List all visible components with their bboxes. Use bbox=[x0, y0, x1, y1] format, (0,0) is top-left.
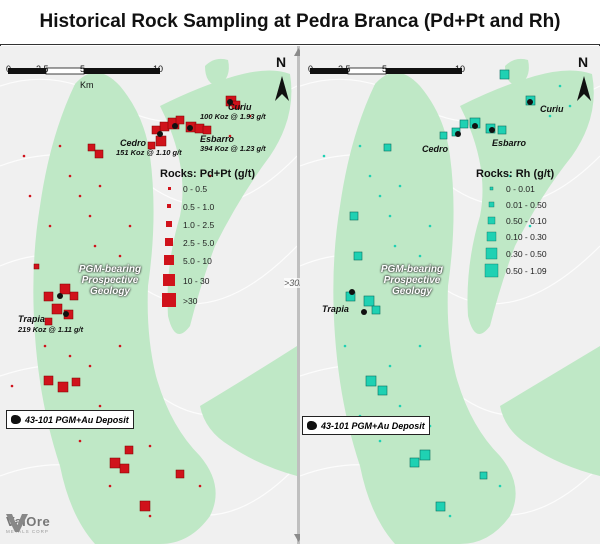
legend-item: 0.50 - 1.09 bbox=[506, 266, 547, 276]
scale-tick-0: 0 bbox=[6, 64, 12, 74]
scale-tick-10: 10 bbox=[153, 64, 164, 74]
left-map-panel: 0 2.5 5 10 Km N Curiu 100 Koz @ 1.93 g/t… bbox=[0, 46, 297, 544]
deposit-label-trapia: Trapia bbox=[18, 314, 45, 324]
scale-tick-10: 10 bbox=[455, 64, 466, 74]
deposit-detail-cedro: 151 Koz @ 1.10 g/t bbox=[116, 148, 182, 157]
legend-item: 0.50 - 0.10 bbox=[506, 216, 547, 226]
logo-icon bbox=[6, 514, 28, 532]
legend-title-right: Rocks: Rh (g/t) bbox=[476, 168, 555, 180]
page-title: Historical Rock Sampling at Pedra Branca… bbox=[0, 0, 600, 45]
scale-unit: Km bbox=[80, 80, 94, 90]
north-label: N bbox=[578, 54, 589, 70]
deposit-symbol-icon bbox=[307, 421, 317, 430]
legend-item: 0 - 0.01 bbox=[506, 184, 535, 194]
deposit-legend-label: 43-101 PGM+Au Deposit bbox=[321, 420, 425, 431]
deposit-detail-esbarro: 394 Koz @ 1.23 g/t bbox=[200, 144, 266, 153]
legend-item: 5.0 - 10 bbox=[183, 256, 212, 266]
geology-label-line-1: PGM-bearing bbox=[380, 264, 444, 275]
geology-label-line-2: Prospective bbox=[383, 275, 441, 286]
deposit-label-trapia: Trapia bbox=[322, 304, 349, 314]
deposit-label-cedro: Cedro bbox=[120, 138, 147, 148]
deposit-legend-right: 43-101 PGM+Au Deposit bbox=[302, 416, 430, 435]
deposit-symbol-icon bbox=[11, 415, 21, 424]
logo: ValOre METALS CORP bbox=[6, 514, 50, 534]
geology-label-right: PGM-bearing Prospective Geology bbox=[372, 264, 452, 297]
deposit-label-esbarro: Esbarro bbox=[492, 138, 527, 148]
geology-label-line-1: PGM-bearing bbox=[78, 264, 142, 275]
legend-item: 0.30 - 0.50 bbox=[506, 249, 547, 259]
legend-item: 0 - 0.5 bbox=[183, 184, 208, 194]
legend-item: 0.01 - 0.50 bbox=[506, 200, 547, 210]
geology-label-line-3: Geology bbox=[391, 286, 432, 297]
right-map-panel: 0 2.5 5 10 N Curiu Cedro Esbarro Trapia … bbox=[300, 46, 600, 544]
north-label: N bbox=[276, 54, 287, 70]
deposit-legend-left: 43-101 PGM+Au Deposit bbox=[6, 410, 134, 429]
geology-label-line-2: Prospective bbox=[81, 275, 139, 286]
legend-item: 0.5 - 1.0 bbox=[183, 202, 215, 212]
legend-item: 1.0 - 2.5 bbox=[183, 220, 215, 230]
deposit-detail-trapia: 219 Koz @ 1.11 g/t bbox=[18, 325, 84, 334]
legend-item: 10 - 30 bbox=[183, 276, 210, 286]
deposit-detail-curiu: 100 Koz @ 1.93 g/t bbox=[200, 112, 266, 121]
deposit-label-curiu: Curiu bbox=[228, 102, 252, 112]
geology-label-left: PGM-bearing Prospective Geology bbox=[70, 264, 150, 297]
deposit-label-curiu: Curiu bbox=[540, 104, 564, 114]
legend-item: 0.10 - 0.30 bbox=[506, 232, 547, 242]
geology-label-line-3: Geology bbox=[89, 286, 130, 297]
scale-tick-5: 5 bbox=[382, 64, 388, 74]
scale-tick-2-5: 2.5 bbox=[36, 64, 49, 74]
scale-tick-0: 0 bbox=[308, 64, 314, 74]
deposit-label-esbarro: Esbarro bbox=[200, 134, 235, 144]
legend-title-left: Rocks: Pd+Pt (g/t) bbox=[160, 168, 256, 180]
scale-tick-2-5: 2.5 bbox=[338, 64, 351, 74]
deposit-legend-label: 43-101 PGM+Au Deposit bbox=[25, 414, 129, 425]
deposit-label-cedro: Cedro bbox=[422, 144, 449, 154]
legend-item: 2.5 - 5.0 bbox=[183, 238, 215, 248]
scale-tick-5: 5 bbox=[80, 64, 86, 74]
legend-item: >30 bbox=[183, 296, 198, 306]
